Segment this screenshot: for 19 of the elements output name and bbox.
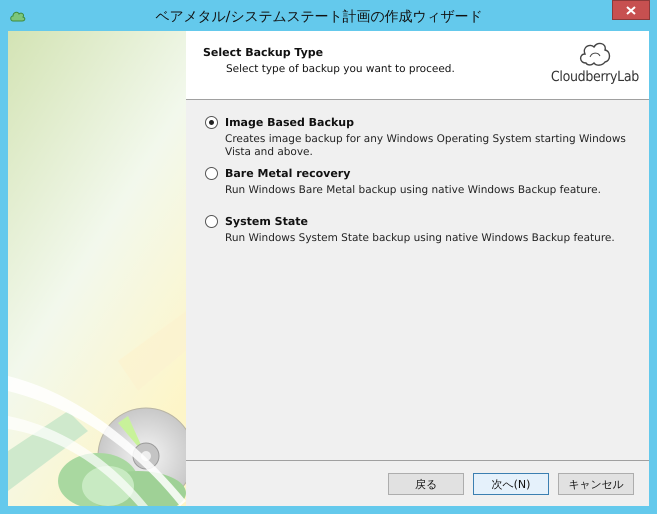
- option-label[interactable]: Image Based Backup: [225, 116, 354, 129]
- option-description: Creates image backup for any Windows Operating System starting Windows Vista and above.: [225, 133, 627, 159]
- page-title: Select Backup Type: [203, 46, 324, 59]
- radio-button[interactable]: [205, 215, 218, 228]
- logo-text: CloudberryLab: [550, 69, 639, 85]
- option-description: Run Windows System State backup using native Windows Backup feature.: [225, 232, 616, 245]
- radio-button[interactable]: [205, 167, 218, 180]
- option-label[interactable]: Bare Metal recovery: [225, 167, 350, 180]
- option-label[interactable]: System State: [225, 215, 308, 228]
- page-subtitle: Select type of backup you want to proceed.: [226, 63, 455, 75]
- cloud-logo-icon: [578, 40, 612, 66]
- option-description: Run Windows Bare Metal backup using native Windows Backup feature.: [225, 184, 602, 197]
- radio-button[interactable]: [205, 116, 218, 129]
- close-icon: [626, 6, 636, 14]
- wizard-button[interactable]: 次へ(N): [473, 473, 549, 495]
- window-title: ベアメタル/システムステート計画の作成ウィザード: [154, 8, 484, 26]
- wizard-button[interactable]: 戻る: [388, 473, 464, 495]
- wizard-button[interactable]: キャンセル: [558, 473, 634, 495]
- close-button[interactable]: [612, 0, 650, 20]
